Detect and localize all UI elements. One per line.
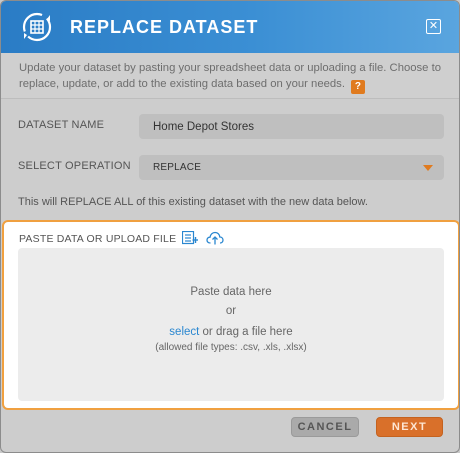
upload-icon-group [181, 230, 224, 245]
dialog-header: REPLACE DATASET ✕ [1, 1, 459, 53]
help-icon[interactable]: ? [350, 80, 365, 94]
paste-list-icon[interactable] [181, 230, 198, 245]
operation-label: SELECT OPERATION [18, 160, 131, 172]
upload-label: PASTE DATA OR UPLOAD FILE [19, 233, 177, 245]
select-file-link[interactable]: select [169, 326, 199, 338]
chevron-down-icon [423, 165, 433, 171]
upload-panel: PASTE DATA OR UPLOAD FILE Paste data her… [2, 220, 459, 410]
cloud-upload-icon[interactable] [206, 231, 224, 245]
next-button[interactable]: NEXT [376, 417, 443, 437]
replace-warning-text: This will REPLACE ALL of this existing d… [18, 196, 368, 208]
dataset-refresh-icon [22, 12, 52, 42]
intro-text: Update your dataset by pasting your spre… [19, 62, 442, 90]
dialog-title: REPLACE DATASET [70, 17, 259, 37]
intro-panel: Update your dataset by pasting your spre… [1, 53, 459, 99]
dataset-name-label: DATASET NAME [18, 119, 105, 131]
allowed-file-types: (allowed file types: .csv, .xls, .xlsx) [155, 342, 307, 353]
dataset-name-value: Home Depot Stores [153, 120, 254, 133]
close-icon: ✕ [428, 20, 439, 32]
operation-value: REPLACE [153, 162, 202, 173]
operation-select[interactable]: REPLACE [139, 155, 444, 180]
select-file-line: select or drag a file here [18, 326, 444, 338]
or-text: or [225, 305, 237, 317]
file-dropzone[interactable]: Paste data here or select or drag a file… [18, 248, 444, 401]
close-button[interactable]: ✕ [426, 19, 441, 34]
paste-hint: Paste data here [190, 286, 272, 298]
dataset-name-field[interactable]: Home Depot Stores [139, 114, 444, 139]
replace-dataset-dialog: REPLACE DATASET ✕ Update your dataset by… [0, 0, 460, 453]
drag-hint: or drag a file here [199, 326, 293, 338]
cancel-button[interactable]: CANCEL [291, 417, 359, 437]
